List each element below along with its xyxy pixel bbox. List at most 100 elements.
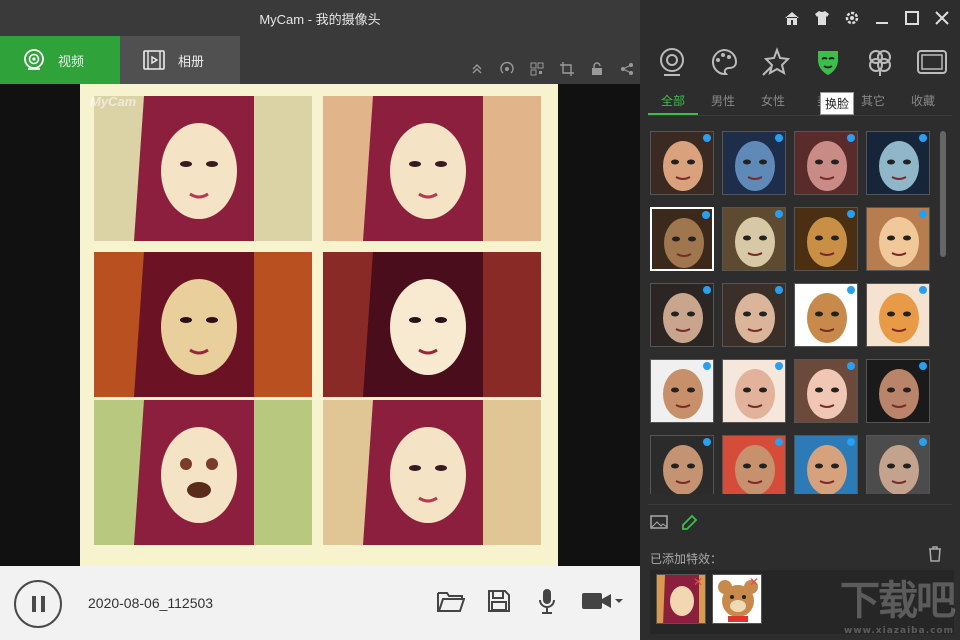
- favorite-dot-icon: [919, 210, 927, 218]
- bottom-bar: 2020-08-06_112503: [0, 566, 640, 640]
- eyedropper-icon[interactable]: [680, 514, 698, 537]
- preview-watermark: MyCam: [90, 94, 137, 109]
- face-thumbnail-vampire-face[interactable]: [794, 131, 858, 195]
- favorite-dot-icon: [919, 134, 927, 142]
- added-effect-teddy-bear[interactable]: ✕: [712, 574, 762, 624]
- face-thumbnail-singer-face[interactable]: [650, 435, 714, 494]
- face-thumbnail-wolf-makeup-face[interactable]: [650, 207, 714, 271]
- favorite-dot-icon: [703, 134, 711, 142]
- site-watermark: 下载吧 www.xiazaiba.com: [840, 568, 956, 636]
- broadcast-icon[interactable]: [498, 60, 516, 78]
- remove-icon[interactable]: ✕: [693, 575, 703, 589]
- subtab-male[interactable]: 男性: [698, 86, 748, 115]
- collapse-up-icon[interactable]: [468, 60, 486, 78]
- save-icon[interactable]: [484, 586, 514, 616]
- face-thumbnail-cat-face[interactable]: [866, 207, 930, 271]
- tab-album[interactable]: 相册: [120, 36, 240, 84]
- face-thumbnail-pomeranian-face[interactable]: [866, 283, 930, 347]
- added-effects-label: 已添加特效：: [650, 552, 723, 566]
- favorite-dot-icon: [775, 362, 783, 370]
- subtab-all[interactable]: 全部: [648, 86, 698, 115]
- clover-icon[interactable]: [860, 42, 900, 82]
- home-icon[interactable]: [782, 8, 802, 28]
- skin-icon[interactable]: [812, 8, 832, 28]
- face-thumbnail-bald-man-face[interactable]: [722, 435, 786, 494]
- favorite-dot-icon: [847, 362, 855, 370]
- face-thumbnail-doll-face[interactable]: [794, 359, 858, 423]
- face-thumbnail-man-face-1[interactable]: [650, 359, 714, 423]
- site-watermark-text: 下载吧: [840, 578, 956, 624]
- favorite-dot-icon: [775, 210, 783, 218]
- sparkle-star-icon[interactable]: [756, 42, 796, 82]
- open-folder-icon[interactable]: [436, 586, 466, 616]
- favorite-dot-icon: [919, 286, 927, 294]
- face-thumbnail-dog-makeup-face[interactable]: [650, 283, 714, 347]
- preview-tile: [94, 96, 312, 241]
- favorite-dot-icon: [703, 362, 711, 370]
- effects-panel: 全部 男性 女性 美 其它 收藏 换脸 已添加特效： ✕ ✕ 下载吧 www.x…: [640, 0, 960, 640]
- face-thumbnail-actor-face[interactable]: [866, 359, 930, 423]
- webcam-icon: [24, 49, 44, 70]
- face-thumbnail-zombie-face[interactable]: [866, 131, 930, 195]
- image-icon[interactable]: [650, 514, 668, 537]
- tooltip: 换脸: [820, 92, 855, 115]
- window-title: MyCam - 我的摄像头: [259, 11, 381, 27]
- qr-code-icon[interactable]: [528, 60, 546, 78]
- tab-album-label: 相册: [178, 53, 205, 69]
- maximize-icon[interactable]: [902, 8, 922, 28]
- preview-tile: [94, 252, 312, 397]
- subtab-female[interactable]: 女性: [748, 86, 798, 115]
- gender-subtabs: 全部 男性 女性 美 其它 收藏: [648, 86, 952, 116]
- timestamp: 2020-08-06_112503: [88, 595, 214, 611]
- trash-icon[interactable]: [928, 546, 942, 567]
- window-controls: [782, 8, 952, 28]
- remove-icon[interactable]: ✕: [749, 575, 759, 589]
- tab-video-label: 视频: [58, 53, 85, 69]
- share-icon[interactable]: [618, 60, 636, 78]
- face-thumbnail-tiger-face[interactable]: [722, 207, 786, 271]
- video-camera-icon[interactable]: [580, 586, 626, 616]
- preview-tile: [323, 96, 541, 241]
- divider: [648, 504, 952, 505]
- main-area: MyCam - 我的摄像头 视频 相册 MyCam 2020-08-06_112…: [0, 0, 640, 640]
- site-watermark-url: www.xiazaiba.com: [844, 626, 954, 636]
- face-mask-icon[interactable]: [808, 42, 848, 82]
- face-thumbnail-smiling-man-face[interactable]: [794, 435, 858, 494]
- subtab-favorites[interactable]: 收藏: [898, 86, 948, 115]
- film-icon: [143, 50, 165, 70]
- microphone-icon[interactable]: [532, 586, 562, 616]
- favorite-dot-icon: [847, 134, 855, 142]
- face-thumbnail-blue-doll-face[interactable]: [722, 131, 786, 195]
- favorite-dot-icon: [847, 286, 855, 294]
- camera-preview: MyCam: [80, 84, 558, 566]
- crop-icon[interactable]: [558, 60, 576, 78]
- tab-bar: 视频 相册: [0, 36, 640, 84]
- face-thumbnail-doctor-face[interactable]: [866, 435, 930, 494]
- face-thumbnail-deer-girl-face[interactable]: [722, 359, 786, 423]
- webcam-effect-icon[interactable]: [652, 42, 692, 82]
- preview-tile: [323, 400, 541, 545]
- title-bar: MyCam - 我的摄像头: [0, 0, 640, 36]
- face-thumbnail-teddy-bear-face[interactable]: [794, 283, 858, 347]
- palette-icon[interactable]: [704, 42, 744, 82]
- face-grid: [650, 131, 938, 494]
- scrollbar[interactable]: [940, 131, 946, 257]
- added-effect-woman-face[interactable]: ✕: [656, 574, 706, 624]
- favorite-dot-icon: [847, 210, 855, 218]
- face-thumbnail-cat-makeup-face[interactable]: [650, 131, 714, 195]
- preview-toolbar: [468, 60, 636, 78]
- settings-icon[interactable]: [842, 8, 862, 28]
- favorite-dot-icon: [703, 438, 711, 446]
- face-thumbnail-leopard-face[interactable]: [794, 207, 858, 271]
- favorite-dot-icon: [702, 211, 710, 219]
- pause-button[interactable]: [14, 580, 62, 628]
- tab-video[interactable]: 视频: [0, 36, 120, 84]
- lock-icon[interactable]: [588, 60, 606, 78]
- frame-icon[interactable]: [912, 42, 952, 82]
- subtab-other[interactable]: 其它: [848, 86, 898, 115]
- minimize-icon[interactable]: [872, 8, 892, 28]
- favorite-dot-icon: [847, 438, 855, 446]
- close-icon[interactable]: [932, 8, 952, 28]
- face-thumbnail-husky-makeup-face[interactable]: [722, 283, 786, 347]
- favorite-dot-icon: [775, 286, 783, 294]
